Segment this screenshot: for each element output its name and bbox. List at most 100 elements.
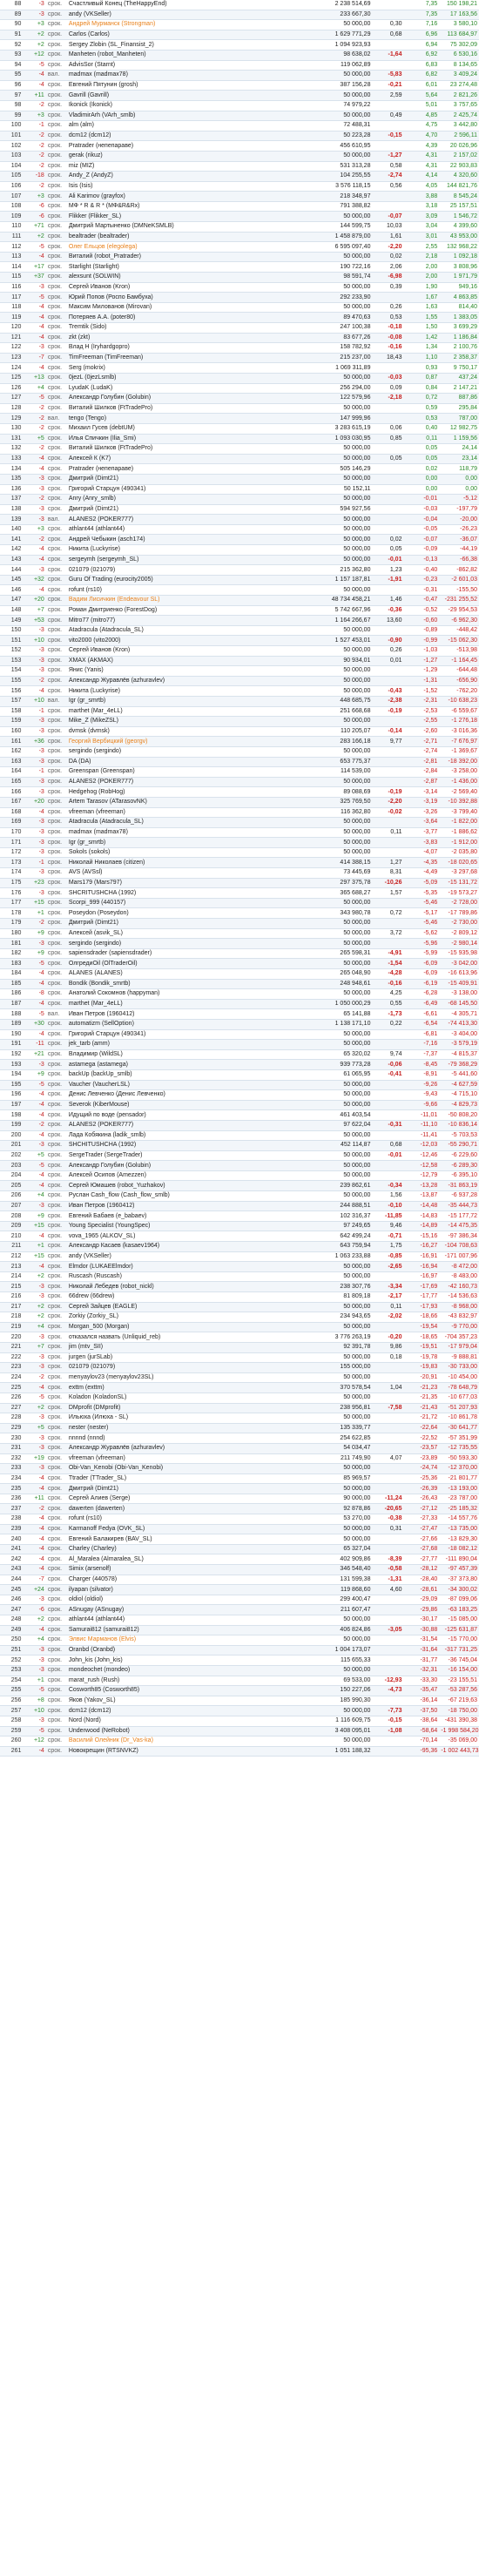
table-row[interactable]: 169 -3 срок. Atadracula (Atadracula_SL) 50 0… xyxy=(0,817,479,828)
participant-name-cell[interactable]: Charley (Charley) xyxy=(66,1544,304,1555)
participant-name-cell[interactable]: Obi-Van_Kenobi (Obi-Van_Kenobi) xyxy=(66,1463,304,1474)
participant-name-cell[interactable]: 0jezL (0jezLsmlb) xyxy=(66,373,304,384)
table-row[interactable]: 243 -4 срок. Simix (arsenolf) 346 548,40 -0,5… xyxy=(0,1564,479,1575)
table-row[interactable]: 180 +9 срок. Алексей (asvik_SL) 50 000,00 3,7… xyxy=(0,928,479,940)
table-row[interactable]: 126 +4 срок. LyudaK (LudaK) 256 294,00 0,09 0,… xyxy=(0,383,479,394)
table-row[interactable]: 167 +20 срок. Artem Tarasov (ATarasovNK) 325… xyxy=(0,797,479,808)
participant-name-cell[interactable]: Виталий Шилков (FtTradePro) xyxy=(66,403,304,415)
participant-name-cell[interactable]: Владимир (WildSL) xyxy=(66,1049,304,1061)
table-row[interactable]: 119 -4 срок. Потеряев А.А. (poter80) 89 470,… xyxy=(0,312,479,323)
table-row[interactable]: 141 -2 срок. Андрей Чебыкин (asch174) 50 000… xyxy=(0,534,479,546)
table-row[interactable]: 157 +10 вал. Igr (gr_smrtb) 448 685,75 -2,38-… xyxy=(0,696,479,707)
participant-name-cell[interactable]: zkt (zkt) xyxy=(66,333,304,344)
table-row[interactable]: 143 -4 срок. sergeymh (sergeymh_SL) 50 000,0… xyxy=(0,555,479,566)
table-row[interactable]: 202 +5 срок. SergeTrader (SergeTrader) 50 00… xyxy=(0,1150,479,1162)
table-row[interactable]: 103 -2 срок. gerak (rikuz) 50 000,00 -1,27 4,3… xyxy=(0,151,479,162)
table-row[interactable]: 194 +9 срок. backUp (backUp_smlb) 61 065,95-… xyxy=(0,1069,479,1081)
participant-name-cell[interactable]: Александр Голубин (Golubin) xyxy=(66,393,304,404)
participant-name-cell[interactable]: Алексей (asvik_SL) xyxy=(66,928,304,940)
table-row[interactable]: 138 -3 срок. Дмитрий (Dimt21) 594 927,56 -0,0… xyxy=(0,504,479,516)
table-row[interactable]: 134 -4 срок. Pratrader (непепараве) 505 146,… xyxy=(0,463,479,475)
table-row[interactable]: 135 -3 срок. Дмитрий (Dimt21) 50 000,00 0,00 0… xyxy=(0,474,479,485)
participant-name-cell[interactable]: Георгий Вербицкий (georgv) xyxy=(66,736,304,747)
participant-name-cell[interactable]: Atadracula (Atadracula_SL) xyxy=(66,625,304,637)
participant-name-cell[interactable]: Лада Кобякина (ladik_smlb) xyxy=(66,1130,304,1142)
table-row[interactable]: 192 +21 срок. Владимир (WildSL) 65 320,02 9,7… xyxy=(0,1049,479,1061)
table-row[interactable]: 160 -3 срок. dvmsk (dvmsk) 110 205,07 -0,14 -2… xyxy=(0,726,479,738)
table-row[interactable]: 250 +4 срок. Элвис Марманов (Elvis) 50 000,0… xyxy=(0,1635,479,1646)
table-row[interactable]: 242 -4 срок. Al_Maralea (Almaralea_SL) 402 9… xyxy=(0,1554,479,1566)
table-row[interactable]: 110 +71 срок. Дмитрий Мартыненко (DMNeKSMLB… xyxy=(0,221,479,233)
table-row[interactable]: 152 -3 срок. Сергей Иванов (Kron) 50 000,00 0… xyxy=(0,645,479,657)
participant-name-cell[interactable]: Atadracula (Atadracula_SL) xyxy=(66,817,304,828)
table-row[interactable]: 104 -2 срок. miz (MIZ) 531 313,28 0,58 4,31 22 … xyxy=(0,161,479,172)
table-row[interactable]: 123 -7 срок. TimFreeman (TimFreeman) 215 237… xyxy=(0,353,479,364)
table-row[interactable]: 186 -8 срок. Анатолий Сокомнов (happyman) 50… xyxy=(0,988,479,1000)
participant-name-cell[interactable]: Mike_Z (MikeZSL) xyxy=(66,716,304,727)
table-row[interactable]: 109 -6 срок. Flikker (Flikker_SL) 50 000,00-… xyxy=(0,211,479,223)
participant-name-cell[interactable]: Максим Милованов (Mirovan) xyxy=(66,302,304,314)
participant-name-cell[interactable]: ALANES (ALANES) xyxy=(66,968,304,980)
table-row[interactable]: 178 +1 срок. Poseydon (Poseydon) 343 980,78 0… xyxy=(0,907,479,920)
participant-name-cell[interactable]: Янис (Yanis) xyxy=(66,665,304,677)
table-row[interactable]: 238 -4 срок. rofunt (rs10) 53 270,00 -0,38 -27… xyxy=(0,1514,479,1525)
participant-name-cell[interactable]: Ikonick (Ikonick) xyxy=(66,100,304,111)
participant-name-cell[interactable]: DMprofit (DMprofit) xyxy=(66,1403,304,1414)
participant-name-cell[interactable]: Идущий по воде (pensador) xyxy=(66,1109,304,1121)
participant-name-cell[interactable]: Элвис Марманов (Elvis) xyxy=(66,1635,304,1646)
table-row[interactable]: 188 -5 вал. Иван Петров (1960412) 65 141,88-… xyxy=(0,1008,479,1020)
table-row[interactable]: 176 -3 срок. SHCRITUSHCHA (1992) 365 688,27 1… xyxy=(0,887,479,899)
participant-name-cell[interactable]: Александр Журавлёв (azhuravlev) xyxy=(66,1443,304,1454)
participant-name-cell[interactable]: AdvisSor (Starnt) xyxy=(66,60,304,71)
table-row[interactable]: 240 -4 срок. Евгений Балакирев (BAV_SL) 50 0… xyxy=(0,1534,479,1545)
table-row[interactable]: 125 +13 срок. 0jezL (0jezLsmlb) 50 000,00 -0,… xyxy=(0,373,479,384)
table-row[interactable]: 228 -3 срок. Ильюха (Илюха - SL) 50 000,00 -2… xyxy=(0,1413,479,1424)
table-row[interactable]: 120 -4 срок. Tremtik (Sido) 247 100,38 -0,18 1… xyxy=(0,322,479,334)
participant-name-cell[interactable]: jim (mtv_SII) xyxy=(66,1342,304,1353)
table-row[interactable]: 218 +2 срок. Zorkiy (Zorkiy_SL) 234 943,65 -2… xyxy=(0,1312,479,1323)
table-row[interactable]: 245 +24 срок. ilyapan (silvator) 119 868,60 4… xyxy=(0,1584,479,1595)
table-row[interactable]: 88 -3 срок. Счастливый Конец (TheHappyEnd) 2… xyxy=(0,0,479,10)
table-row[interactable]: 198 -4 срок. Идущий по воде (pensador) 461 4… xyxy=(0,1109,479,1121)
table-row[interactable]: 212 +15 срок. andy (VKSeller) 1 063 233,88 -0… xyxy=(0,1251,479,1263)
table-row[interactable]: 111 +2 срок. bealtrader (bealtrader) 1 458 8… xyxy=(0,232,479,243)
participant-name-cell[interactable]: miz (MIZ) xyxy=(66,161,304,172)
participant-name-cell[interactable]: Евгений Пятунин (grosh) xyxy=(66,80,304,91)
participant-name-cell[interactable]: Young Specialist (YoungSpec) xyxy=(66,1221,304,1232)
table-row[interactable]: 197 -4 срок. Severok (KiberMouse) 50 000,00-… xyxy=(0,1100,479,1111)
participant-name-cell[interactable]: 021079 (021079) xyxy=(66,1362,304,1373)
participant-name-cell[interactable]: Severok (KiberMouse) xyxy=(66,1100,304,1111)
participant-name-cell[interactable]: Koladon (KoladonSL) xyxy=(66,1393,304,1404)
participant-name-cell[interactable]: Никита (Luckyrise) xyxy=(66,544,304,556)
table-row[interactable]: 131 +5 срок. Илья Спичкин (Ilia_Smi) 1 093 0… xyxy=(0,434,479,445)
table-row[interactable]: 227 +2 срок. DMprofit (DMprofit) 238 956,81-… xyxy=(0,1403,479,1414)
table-row[interactable]: 205 -4 срок. Сергей Юмашев (robot_Yuzhakov)… xyxy=(0,1180,479,1192)
participant-name-cell[interactable]: Ali Karimov (grayfox) xyxy=(66,191,304,202)
participant-name-cell[interactable]: backUp (backUp_smlb) xyxy=(66,1069,304,1081)
table-row[interactable]: 149 +53 срок. Mitro77 (mitro77) 1 164 266,67… xyxy=(0,615,479,626)
table-row[interactable]: 139 -3 вал. ALANES2 (POKER777) 50 000,00 -0,0… xyxy=(0,514,479,525)
participant-name-cell[interactable]: Николай Лебедев (robot_nickl) xyxy=(66,1281,304,1292)
table-row[interactable]: 217 +2 срок. Сергей Зайцев (EAGLE) 50 000,00… xyxy=(0,1302,479,1313)
participant-name-cell[interactable]: Starlight (Starlight) xyxy=(66,261,304,273)
table-row[interactable]: 132 -2 срок. Виталий Шилков (FtTradePro) 50 … xyxy=(0,443,479,455)
participant-name-cell[interactable]: vfreeman (vfreeman) xyxy=(66,807,304,819)
participant-name-cell[interactable]: Pratrader (непепараве) xyxy=(66,463,304,475)
participant-name-cell[interactable]: Poseydon (Poseydon) xyxy=(66,907,304,920)
participant-name-cell[interactable]: Karmanoff Fedya (OVK_SL) xyxy=(66,1524,304,1535)
table-row[interactable]: 155 -2 срок. Александр Журавлёв (azhuravlev… xyxy=(0,676,479,687)
participant-name-cell[interactable]: alm (alm) xyxy=(66,120,304,131)
participant-name-cell[interactable]: vova_1965 (ALKOV_SL) xyxy=(66,1231,304,1243)
table-row[interactable]: 117 -5 срок. Юрий Попов (Роспо Бамбуха) 292 … xyxy=(0,292,479,303)
participant-name-cell[interactable]: Илья Спичкин (Ilia_Smi) xyxy=(66,434,304,445)
table-row[interactable]: 150 -3 срок. Atadracula (Atadracula_SL) 50 0… xyxy=(0,625,479,637)
participant-name-cell[interactable]: AVS (AVSsl) xyxy=(66,867,304,879)
participant-name-cell[interactable]: ОлгредиОil (OlTraderOil) xyxy=(66,958,304,969)
participant-name-cell[interactable]: ALANES2 (POKER777) xyxy=(66,514,304,525)
table-row[interactable]: 105 -18 срок. Andy_Z (AndyZ) 104 255,55 -2,74… xyxy=(0,171,479,182)
participant-name-cell[interactable]: ALANES2 (POKER777) xyxy=(66,1120,304,1131)
table-row[interactable]: 222 -3 срок. jurgen (jurSLab) 50 000,00 0,18-… xyxy=(0,1352,479,1364)
table-row[interactable]: 248 +2 срок. athlant44 (athlant44) 50 000,00… xyxy=(0,1615,479,1626)
table-row[interactable]: 200 -4 срок. Лада Кобякина (ladik_smlb) 50 0… xyxy=(0,1130,479,1142)
table-row[interactable]: 158 -1 срок. marthet (Mar_4eLL) 251 668,68 -0… xyxy=(0,706,479,718)
